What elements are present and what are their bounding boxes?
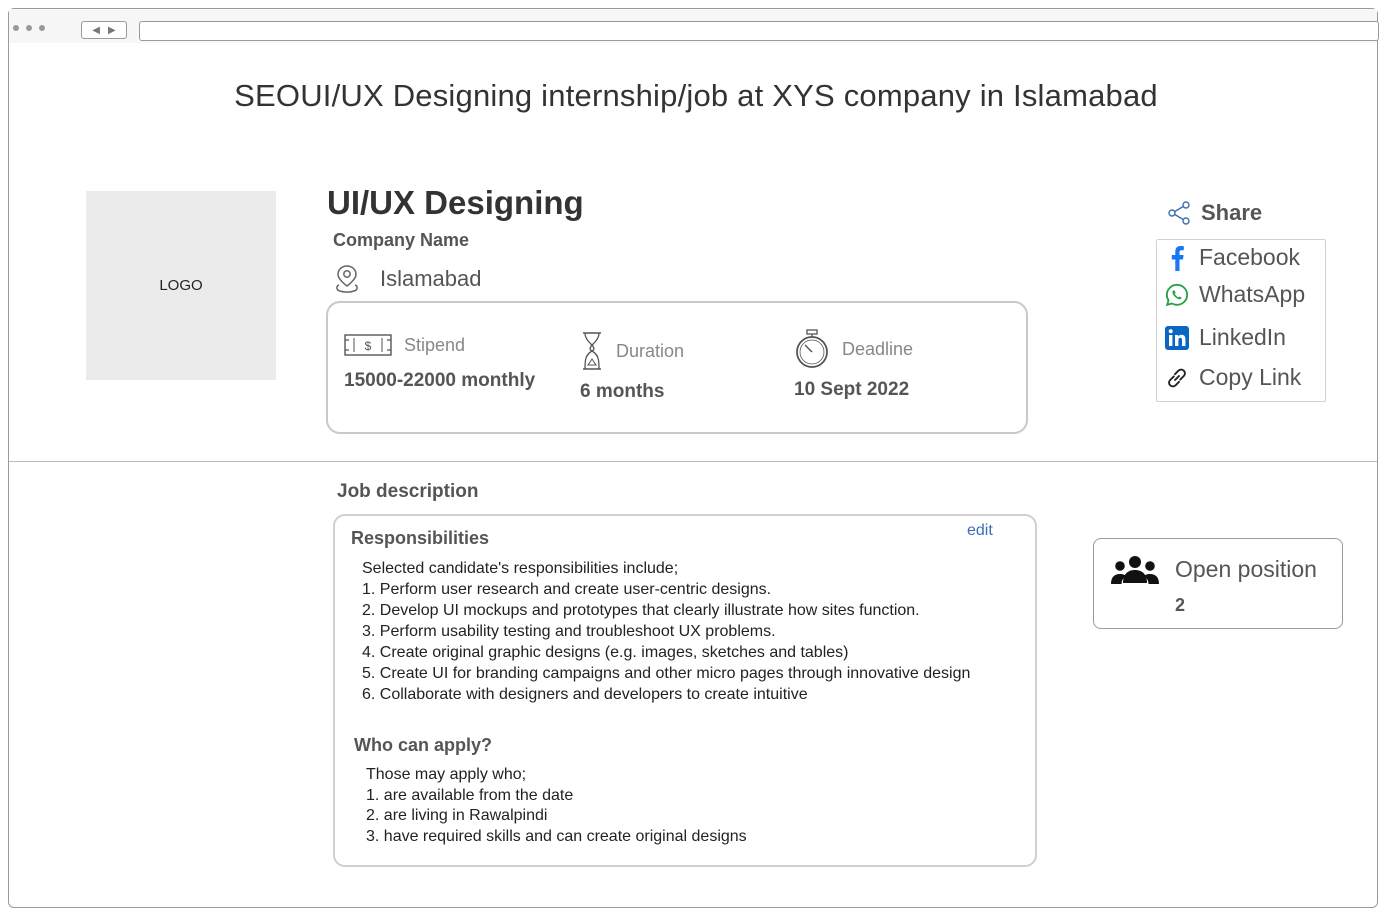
share-label: Share xyxy=(1201,200,1263,225)
stipend-label: Stipend xyxy=(404,334,466,355)
svg-text:$: $ xyxy=(365,339,372,353)
location-pin-icon xyxy=(336,265,358,293)
duration-block: Duration 6 months xyxy=(580,331,684,403)
deadline-label: Deadline xyxy=(842,338,914,359)
responsibilities-list: Selected candidate's responsibilities in… xyxy=(362,558,970,705)
list-item: 3. have required skills and can create o… xyxy=(366,827,747,845)
linkedin-icon xyxy=(1165,325,1189,350)
window-dot-icon[interactable] xyxy=(39,25,45,31)
linkedin-label: LinkedIn xyxy=(1199,324,1286,350)
company-name[interactable]: Company Name xyxy=(333,230,469,251)
responsibilities-heading: Responsibilities xyxy=(351,528,490,548)
share-copy-link[interactable]: Copy Link xyxy=(1165,364,1301,391)
list-item: 2. Develop UI mockups and prototypes tha… xyxy=(362,602,920,619)
share-facebook[interactable]: Facebook xyxy=(1165,244,1300,271)
forward-arrow-icon[interactable]: ▶ xyxy=(108,25,116,36)
open-position-label: Open position xyxy=(1175,556,1317,582)
share-icon xyxy=(1168,201,1190,225)
stipend-value: 15000-22000 monthly xyxy=(344,370,536,391)
list-item: 5. Create UI for branding campaigns and … xyxy=(362,665,971,682)
list-item: 6. Collaborate with designers and develo… xyxy=(362,686,808,703)
list-item: Those may apply who; xyxy=(366,766,527,783)
facebook-icon xyxy=(1165,245,1189,271)
share-linkedin[interactable]: LinkedIn xyxy=(1165,324,1286,351)
open-position-count: 2 xyxy=(1175,595,1186,615)
list-item: Selected candidate's responsibilities in… xyxy=(362,560,679,577)
duration-value: 6 months xyxy=(580,381,665,402)
list-item: 1. Perform user research and create user… xyxy=(362,581,772,598)
address-bar[interactable] xyxy=(139,21,1379,41)
company-logo: LOGO xyxy=(86,191,276,380)
window-dot-icon[interactable] xyxy=(26,25,32,31)
list-item: 1. are available from the date xyxy=(366,786,574,804)
share-header[interactable]: Share xyxy=(1167,200,1262,226)
who-can-apply-list: Those may apply who; 1. are available fr… xyxy=(366,765,747,847)
section-divider xyxy=(9,461,1377,462)
hourglass-icon xyxy=(583,332,601,370)
stipend-block: $ Stipend 15000-22000 monthly xyxy=(344,333,535,392)
facebook-label: Facebook xyxy=(1199,244,1301,270)
share-whatsapp[interactable]: WhatsApp xyxy=(1165,281,1305,308)
edit-link[interactable]: edit xyxy=(967,522,993,540)
duration-label: Duration xyxy=(616,340,685,361)
nav-buttons[interactable]: ◀ ▶ xyxy=(81,21,127,39)
location-text: Islamabad xyxy=(380,266,482,291)
copy-link-label: Copy Link xyxy=(1199,364,1302,390)
job-location: Islamabad xyxy=(334,264,482,294)
whatsapp-icon xyxy=(1165,283,1189,307)
logo-label: LOGO xyxy=(159,277,203,294)
stopwatch-icon xyxy=(796,329,828,368)
job-title: UI/UX Designing xyxy=(327,184,584,221)
whatsapp-label: WhatsApp xyxy=(1199,281,1306,307)
job-description-heading: Job description xyxy=(337,481,479,502)
money-icon: $ xyxy=(344,334,392,356)
page-title: SEOUI/UX Designing internship/job at XYS… xyxy=(234,78,1158,113)
people-group-icon xyxy=(1111,556,1159,584)
browser-toolbar: ◀ ▶ xyxy=(9,9,1379,43)
who-can-apply-heading: Who can apply? xyxy=(354,735,493,755)
deadline-value: 10 Sept 2022 xyxy=(794,379,910,400)
job-info-card: $ Stipend 15000-22000 monthly Duration 6… xyxy=(326,301,1028,434)
list-item: 3. Perform usability testing and trouble… xyxy=(362,623,776,640)
list-item: 4. Create original graphic designs (e.g.… xyxy=(362,644,849,661)
link-icon xyxy=(1165,366,1189,390)
back-arrow-icon[interactable]: ◀ xyxy=(92,25,100,36)
window-dot-icon[interactable] xyxy=(13,25,19,31)
list-item: 2. are living in Rawalpindi xyxy=(366,807,548,824)
deadline-block: Deadline 10 Sept 2022 xyxy=(794,329,913,401)
share-menu: Facebook WhatsApp LinkedIn Copy Link xyxy=(1156,239,1326,402)
